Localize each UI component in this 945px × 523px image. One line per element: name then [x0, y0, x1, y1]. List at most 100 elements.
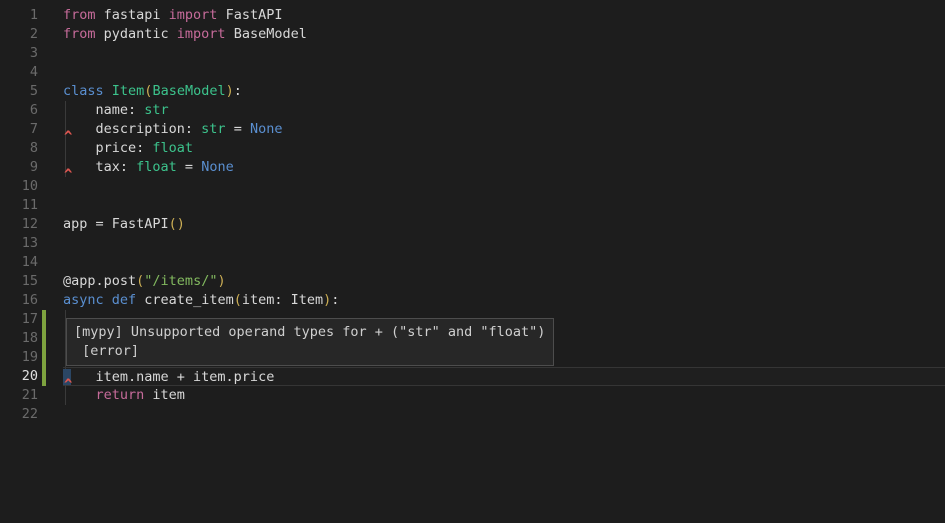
code-token: Item: [112, 83, 145, 99]
code-token: FastAPI: [217, 7, 282, 23]
code-line[interactable]: 8 price: float: [0, 139, 945, 158]
gutter-sign-column: [38, 158, 63, 177]
diagnostic-tooltip-line: [error]: [74, 342, 545, 361]
code-line[interactable]: 5 class Item(BaseModel):: [0, 82, 945, 101]
code-token: import: [177, 26, 226, 42]
diagnostic-caret-icon: ^: [64, 378, 72, 392]
line-number: 10: [0, 177, 38, 196]
line-number: 18: [0, 329, 38, 348]
code-line[interactable]: 9 ^ tax: float = None: [0, 158, 945, 177]
code-line-text[interactable]: [63, 196, 945, 215]
code-line[interactable]: 21 return item: [0, 386, 945, 405]
code-line-text[interactable]: [63, 44, 945, 63]
code-token: from: [63, 26, 96, 42]
code-line[interactable]: 14: [0, 253, 945, 272]
diagnostic-caret-icon: ^: [64, 168, 72, 182]
code-line[interactable]: 20^ item.name + item.price: [0, 367, 945, 386]
code-token: fastapi: [96, 7, 169, 23]
code-line-text[interactable]: ^ item.name + item.price: [63, 367, 945, 386]
code-token: @app.post: [63, 273, 136, 289]
gutter-sign-column: [38, 196, 63, 215]
code-line-text[interactable]: @app.post("/items/"): [63, 272, 945, 291]
code-token: str: [201, 121, 225, 137]
line-number: 2: [0, 25, 38, 44]
gutter-sign-column: [38, 386, 63, 405]
code-line-text[interactable]: [63, 253, 945, 272]
line-number: 11: [0, 196, 38, 215]
code-token: [104, 83, 112, 99]
code-token: return: [96, 387, 145, 403]
code-token: =: [226, 121, 250, 137]
code-line[interactable]: 11: [0, 196, 945, 215]
gutter-sign-column: [38, 234, 63, 253]
gutter-sign-column: [38, 291, 63, 310]
code-token: def: [112, 292, 136, 308]
code-line[interactable]: 2 from pydantic import BaseModel: [0, 25, 945, 44]
code-line-text[interactable]: price: float: [63, 139, 945, 158]
code-token: class: [63, 83, 104, 99]
gutter-sign-column: [38, 63, 63, 82]
gutter-sign-column: [38, 215, 63, 234]
code-line-text[interactable]: async def create_item(item: Item):: [63, 291, 945, 310]
line-number: 1: [0, 6, 38, 25]
code-line-text[interactable]: [63, 63, 945, 82]
gutter-sign-column: [38, 329, 63, 348]
line-number: 13: [0, 234, 38, 253]
line-number: 15: [0, 272, 38, 291]
code-token: :: [331, 292, 339, 308]
code-line[interactable]: 12app = FastAPI(): [0, 215, 945, 234]
line-number: 4: [0, 63, 38, 82]
code-line[interactable]: 4: [0, 63, 945, 82]
git-added-sign: [42, 367, 46, 386]
gutter-sign-column: [38, 139, 63, 158]
code-line[interactable]: 13: [0, 234, 945, 253]
code-token: "/items/": [144, 273, 217, 289]
code-line-text[interactable]: [63, 405, 945, 424]
code-token: =: [177, 159, 201, 175]
gutter-sign-column: [38, 25, 63, 44]
code-line[interactable]: 10: [0, 177, 945, 196]
code-token: float: [136, 159, 177, 175]
line-number: 5: [0, 82, 38, 101]
code-line-text[interactable]: [63, 234, 945, 253]
code-line-text[interactable]: app = FastAPI(): [63, 215, 945, 234]
code-line-text[interactable]: name: str: [63, 101, 945, 120]
gutter-sign-column: [38, 310, 63, 329]
code-token: item: Item: [242, 292, 323, 308]
line-number: 9: [0, 158, 38, 177]
code-line-text[interactable]: ^ description: str = None: [63, 120, 945, 139]
gutter-sign-column: [38, 44, 63, 63]
code-token: async: [63, 292, 104, 308]
line-number: 22: [0, 405, 38, 424]
code-token: BaseModel: [226, 26, 307, 42]
code-line[interactable]: 15 @app.post("/items/"): [0, 272, 945, 291]
code-token: import: [169, 7, 218, 23]
gutter-sign-column: [38, 82, 63, 101]
code-line[interactable]: 1 from fastapi import FastAPI: [0, 6, 945, 25]
code-token: create_item: [136, 292, 234, 308]
code-token: float: [152, 140, 193, 156]
gutter-sign-column: [38, 177, 63, 196]
diagnostic-tooltip: [mypy] Unsupported operand types for + (…: [66, 318, 554, 366]
code-line[interactable]: 7^ description: str = None: [0, 120, 945, 139]
code-token: pydantic: [96, 26, 177, 42]
code-editor[interactable]: 1 from fastapi import FastAPI 2 from pydant…: [0, 0, 945, 523]
code-line-text[interactable]: return item: [63, 386, 945, 405]
line-number: 21: [0, 386, 38, 405]
line-number: 17: [0, 310, 38, 329]
code-line[interactable]: 6 name: str: [0, 101, 945, 120]
line-number: 3: [0, 44, 38, 63]
code-line[interactable]: 16async def create_item(item: Item):: [0, 291, 945, 310]
code-line-text[interactable]: class Item(BaseModel):: [63, 82, 945, 101]
line-number: 8: [0, 139, 38, 158]
code-line-text[interactable]: from pydantic import BaseModel: [63, 25, 945, 44]
code-line[interactable]: 3: [0, 44, 945, 63]
code-token: :: [234, 83, 242, 99]
code-line-text[interactable]: from fastapi import FastAPI: [63, 6, 945, 25]
code-line[interactable]: 22: [0, 405, 945, 424]
code-token: (: [234, 292, 242, 308]
code-line-text[interactable]: ^ tax: float = None: [63, 158, 945, 177]
code-line-text[interactable]: [63, 177, 945, 196]
code-token: description:: [63, 121, 201, 137]
line-number: 19: [0, 348, 38, 367]
